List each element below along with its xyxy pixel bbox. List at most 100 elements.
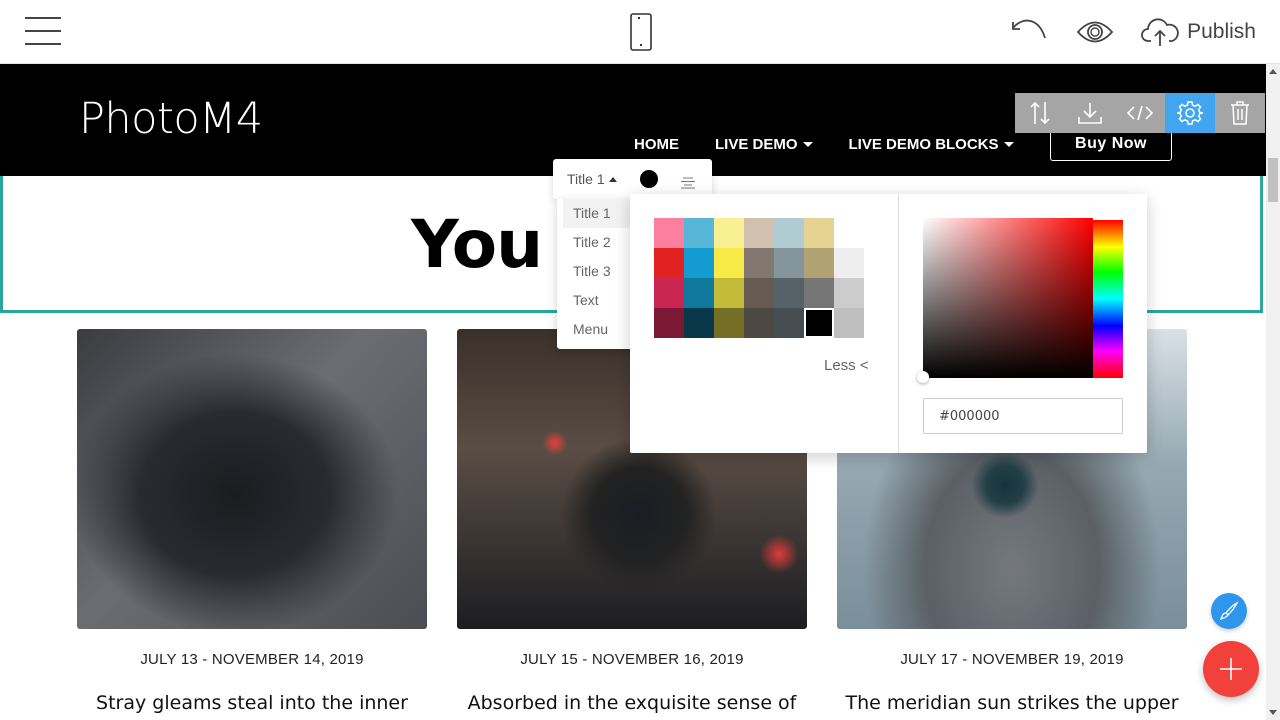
color-swatch[interactable] (804, 278, 834, 308)
color-swatch[interactable] (714, 308, 744, 338)
scrollbar-thumb[interactable] (1268, 158, 1278, 202)
color-swatch[interactable] (684, 278, 714, 308)
less-colors-button[interactable]: Less < (824, 357, 869, 374)
color-handle[interactable] (917, 371, 929, 383)
style-option-title-1[interactable]: Title 1 (563, 199, 631, 228)
arrows-up-down-icon (1030, 101, 1050, 125)
color-swatch[interactable] (834, 248, 864, 278)
undo-button[interactable] (1009, 15, 1049, 49)
color-swatch[interactable] (714, 248, 744, 278)
color-swatch[interactable] (744, 248, 774, 278)
theme-style-button[interactable] (1211, 593, 1247, 629)
color-swatch[interactable] (654, 218, 684, 248)
color-swatch[interactable] (654, 248, 684, 278)
color-swatch[interactable] (654, 278, 684, 308)
text-style-menu: Title 1 Title 2 Title 3 Text Menu (557, 199, 637, 349)
color-swatch[interactable] (684, 218, 714, 248)
color-swatch[interactable] (714, 278, 744, 308)
nav-links: HOME LIVE DEMO LIVE DEMO BLOCKS (634, 136, 1050, 153)
plus-icon (1220, 658, 1242, 680)
nav-link-label: HOME (634, 136, 679, 153)
style-option-text[interactable]: Text (557, 286, 637, 315)
saturation-value-area[interactable] (923, 218, 1093, 378)
scroll-down-arrow-icon[interactable] (1269, 710, 1277, 715)
style-option-title-3[interactable]: Title 3 (557, 257, 637, 286)
caret-down-icon (1003, 142, 1014, 147)
block-settings-button[interactable] (1165, 93, 1215, 133)
hamburger-line (25, 17, 61, 19)
gear-icon (1177, 101, 1203, 125)
text-style-dropdown[interactable]: Title 1 (567, 171, 617, 187)
undo-icon (1012, 19, 1046, 39)
card-image[interactable] (77, 329, 427, 629)
card-title[interactable]: Stray gleams steal into the inner (77, 692, 427, 714)
scroll-up-arrow-icon[interactable] (1269, 69, 1277, 74)
edit-code-button[interactable] (1115, 93, 1165, 133)
topbar-actions: Publish (1009, 14, 1256, 50)
nav-link-live-demo[interactable]: LIVE DEMO (715, 136, 813, 153)
page-scrollbar[interactable] (1266, 64, 1280, 720)
color-swatch[interactable] (744, 218, 774, 248)
color-swatch[interactable] (684, 248, 714, 278)
paintbrush-icon (1219, 601, 1239, 621)
color-swatch-grid (654, 218, 864, 338)
nav-link-live-demo-blocks[interactable]: LIVE DEMO BLOCKS (849, 136, 1014, 153)
empty-swatch-slot (834, 218, 864, 248)
hue-slider[interactable] (1093, 220, 1123, 378)
color-swatch[interactable] (774, 218, 804, 248)
trash-icon (1231, 101, 1249, 125)
style-option-title-2[interactable]: Title 2 (557, 228, 637, 257)
text-format-toolbar: Title 1 (553, 159, 712, 199)
color-swatch[interactable] (774, 308, 804, 338)
editor-topbar: Publish (0, 0, 1280, 64)
color-swatch[interactable] (804, 218, 834, 248)
text-style-value: Title 1 (567, 171, 605, 187)
save-block-button[interactable] (1065, 93, 1115, 133)
color-swatch[interactable] (714, 218, 744, 248)
publish-label: Publish (1187, 20, 1256, 43)
color-swatch[interactable] (744, 278, 774, 308)
color-swatch[interactable] (774, 278, 804, 308)
brand-logo-text[interactable]: PhotoM4 (79, 94, 263, 144)
card-date: JULY 17 - NOVEMBER 19, 2019 (900, 651, 1124, 668)
card-title[interactable]: The meridian sun strikes the upper (837, 692, 1187, 714)
hamburger-line (25, 43, 61, 45)
caret-down-icon (802, 142, 813, 147)
text-color-button[interactable] (640, 170, 658, 188)
color-swatch[interactable] (834, 308, 864, 338)
mobile-preview-button[interactable] (628, 13, 654, 51)
hamburger-menu-button[interactable] (25, 17, 61, 45)
eye-icon (1076, 21, 1114, 43)
event-card[interactable]: JULY 13 - NOVEMBER 14, 2019 Stray gleams… (77, 329, 427, 714)
code-icon (1126, 105, 1154, 121)
move-block-button[interactable] (1015, 93, 1065, 133)
download-icon (1078, 103, 1102, 124)
card-date: JULY 15 - NOVEMBER 16, 2019 (520, 651, 744, 668)
add-block-button[interactable] (1203, 641, 1259, 697)
color-swatch[interactable] (654, 308, 684, 338)
mobile-phone-icon (630, 13, 652, 51)
nav-link-label: LIVE DEMO BLOCKS (848, 136, 999, 153)
color-picker-panel: Less < (630, 194, 1147, 453)
preview-button[interactable] (1075, 15, 1115, 49)
block-toolbar (1015, 93, 1265, 133)
hex-color-input[interactable] (923, 398, 1123, 434)
publish-button[interactable]: Publish (1141, 17, 1256, 47)
text-align-button[interactable] (680, 176, 696, 189)
align-center-icon (681, 177, 695, 189)
nav-link-home[interactable]: HOME (634, 136, 679, 153)
card-title[interactable]: Absorbed in the exquisite sense of (457, 692, 807, 714)
color-swatch[interactable] (684, 308, 714, 338)
caret-up-icon (608, 176, 617, 182)
panel-divider (898, 194, 899, 453)
color-swatch[interactable] (774, 248, 804, 278)
color-swatch[interactable] (804, 308, 834, 338)
card-date: JULY 13 - NOVEMBER 14, 2019 (140, 651, 364, 668)
style-option-menu[interactable]: Menu (557, 315, 637, 344)
color-swatch[interactable] (744, 308, 774, 338)
hamburger-line (25, 30, 61, 32)
color-swatch[interactable] (804, 248, 834, 278)
cloud-upload-icon (1141, 18, 1179, 46)
delete-block-button[interactable] (1215, 93, 1265, 133)
color-swatch[interactable] (834, 278, 864, 308)
